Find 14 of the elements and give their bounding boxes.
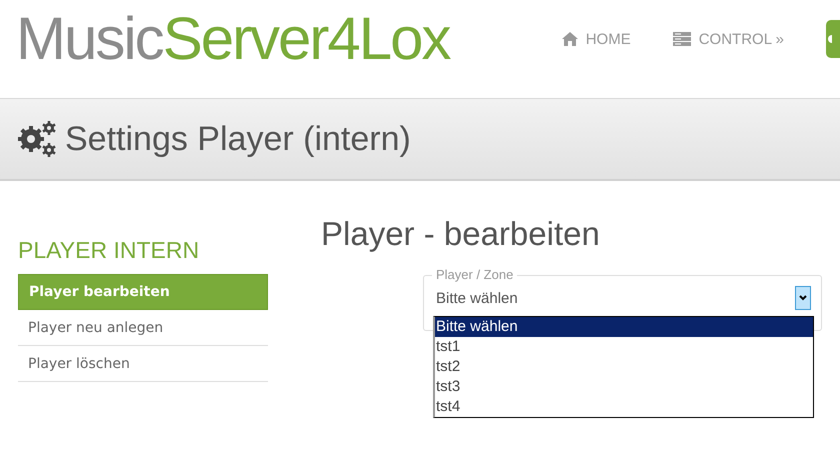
field-legend: Player / Zone [432,267,518,282]
home-icon [562,32,578,46]
page-title: Settings Player (intern) [65,120,411,158]
settings-button[interactable] [826,20,840,58]
dropdown-option[interactable]: tst4 [435,397,813,417]
dropdown-option[interactable]: tst2 [435,357,813,377]
dropdown-option[interactable]: Bitte wählen [435,317,813,337]
section-heading: Player - bearbeiten [321,215,601,253]
server-icon [672,32,691,46]
dropdown-option[interactable]: tst1 [435,337,813,357]
sidebar-heading: PLAYER INTERN [18,237,200,264]
dropdown-toggle[interactable] [795,286,811,310]
dropdown-option[interactable]: tst3 [435,377,813,397]
chevron-icon [799,295,807,301]
